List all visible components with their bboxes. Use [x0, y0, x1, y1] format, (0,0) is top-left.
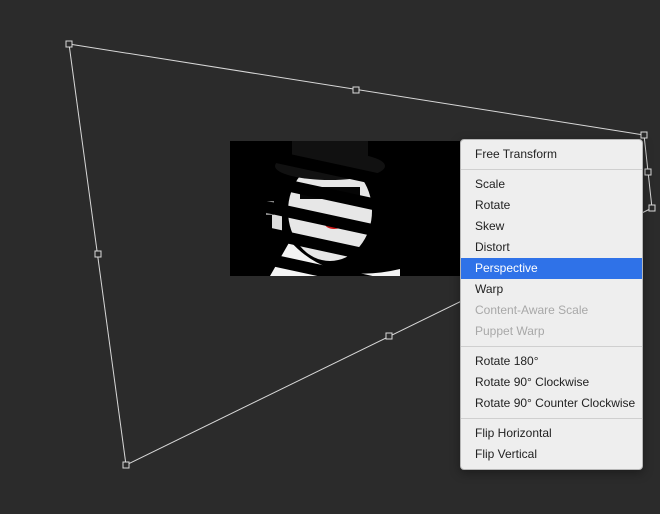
menu-separator — [461, 169, 642, 170]
menu-separator — [461, 346, 642, 347]
noir-photo-icon — [230, 141, 460, 276]
transform-handle-top-left[interactable] — [66, 41, 73, 48]
transform-handle-bottom-left[interactable] — [123, 462, 130, 469]
menu-item-flip-h[interactable]: Flip Horizontal — [461, 423, 642, 444]
image-layer[interactable] — [230, 141, 460, 276]
transform-context-menu[interactable]: Free Transform ScaleRotateSkewDistortPers… — [460, 139, 643, 470]
menu-item-warp[interactable]: Warp — [461, 279, 642, 300]
transform-handle-right-mid[interactable] — [645, 169, 652, 176]
menu-item-scale[interactable]: Scale — [461, 174, 642, 195]
menu-item-puppet-warp: Puppet Warp — [461, 321, 642, 342]
menu-item-free-transform[interactable]: Free Transform — [461, 144, 642, 165]
transform-handle-top-right[interactable] — [641, 132, 648, 139]
menu-item-rotate-180[interactable]: Rotate 180° — [461, 351, 642, 372]
menu-item-rotate[interactable]: Rotate — [461, 195, 642, 216]
editor-canvas[interactable]: Free Transform ScaleRotateSkewDistortPers… — [0, 0, 660, 514]
transform-handle-bottom-right[interactable] — [649, 205, 656, 212]
menu-item-perspective[interactable]: Perspective — [461, 258, 642, 279]
menu-item-rotate-90-cw[interactable]: Rotate 90° Clockwise — [461, 372, 642, 393]
transform-handle-left-mid[interactable] — [95, 251, 102, 258]
menu-separator — [461, 418, 642, 419]
menu-item-rotate-90-ccw[interactable]: Rotate 90° Counter Clockwise — [461, 393, 642, 414]
menu-item-skew[interactable]: Skew — [461, 216, 642, 237]
transform-handle-bottom-mid[interactable] — [386, 333, 393, 340]
menu-item-content-aware-scale: Content-Aware Scale — [461, 300, 642, 321]
menu-item-distort[interactable]: Distort — [461, 237, 642, 258]
menu-item-flip-v[interactable]: Flip Vertical — [461, 444, 642, 465]
transform-handle-top-mid[interactable] — [353, 87, 360, 94]
